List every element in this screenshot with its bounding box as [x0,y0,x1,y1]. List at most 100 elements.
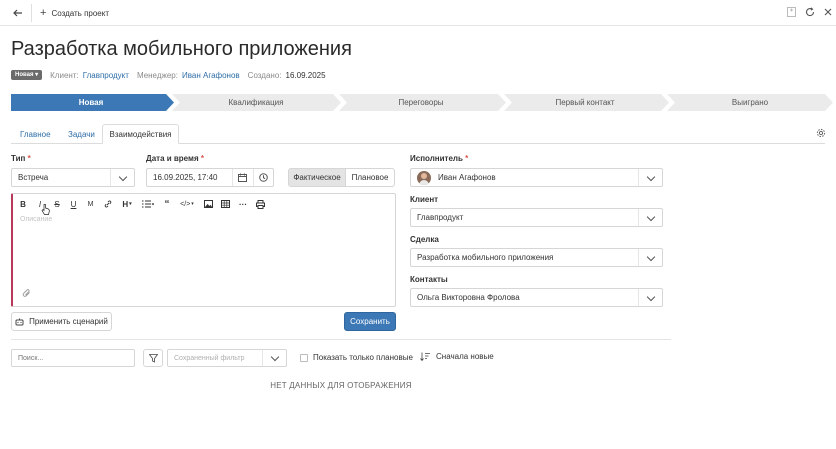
quote-icon[interactable]: “ [159,199,175,210]
contacts-select-value: Ольга Викторовна Фролова [417,293,520,302]
manager-label: Менеджер: [136,70,178,80]
section-divider [11,339,671,340]
status-badge-label: Новая [15,72,34,78]
required-mark: * [27,154,31,163]
client-select[interactable]: Главпродукт [410,208,663,227]
checkbox-box[interactable] [300,353,308,362]
type-label: Тип * [11,154,31,163]
create-project-label: Создать проект [51,8,109,18]
refresh-icon[interactable] [804,6,816,18]
back-arrow-icon[interactable] [11,6,25,20]
toggle-actual-label: Фактическое [293,173,341,182]
link-icon[interactable] [99,200,117,208]
deal-field-label: Сделка [410,235,439,244]
sort-label: Сначала новые [436,352,494,361]
search-input[interactable] [11,349,135,367]
underline-icon[interactable]: U [65,200,82,209]
heading-icon[interactable]: H ▾ [117,200,137,209]
gear-icon[interactable] [815,127,827,139]
mouse-cursor-icon [41,204,50,217]
chevron-down-icon [638,169,662,186]
print-icon[interactable] [252,199,269,209]
tab-interactions[interactable]: Взаимодействия [102,124,179,144]
toggle-actual[interactable]: Фактическое [288,168,346,187]
apply-scenario-label: Применить сценарий [29,317,108,326]
type-label-text: Тип [11,154,26,163]
datetime-value: 16.09.2025, 17:40 [153,173,218,182]
sort-button[interactable]: Сначала новые [420,352,494,361]
funnel-icon [148,353,158,363]
saved-filter-select[interactable]: Сохраненный фильтр [167,349,287,367]
executor-label-text: Исполнитель [410,154,463,163]
created-label: Создано: [247,70,282,80]
status-badge[interactable]: Новая ▾ [11,70,43,80]
manager-link[interactable]: Иван Агафонов [182,71,240,80]
required-mark: * [200,154,204,163]
tab-main[interactable]: Главное [20,130,51,139]
datetime-label: Дата и время * [146,154,204,163]
more-icon[interactable]: ··· [234,200,252,209]
created-value: 16.09.2025 [285,70,326,80]
save-button[interactable]: Сохранить [344,312,396,331]
plus-icon: + [40,7,47,19]
top-bar [0,0,836,26]
executor-select[interactable]: Иван Агафонов [410,168,663,187]
contacts-select[interactable]: Ольга Викторовна Фролова [410,288,663,307]
deal-select-value: Разработка мобильного приложения [417,253,554,262]
create-project-button[interactable]: + Создать проект [40,6,109,20]
image-icon[interactable] [199,200,217,208]
toggle-planned-label: Плановое [351,173,389,182]
tab-tasks[interactable]: Задачи [68,130,95,139]
type-select-value: Встреча [18,173,49,182]
close-icon[interactable] [822,6,834,18]
stage-5-label: Выиграно [731,98,769,107]
meta-row: Новая ▾ Клиент: Главпродукт Менеджер: Ив… [11,69,326,81]
deal-select[interactable]: Разработка мобильного приложения [410,248,663,267]
only-planned-label: Показать только плановые [313,353,413,362]
bookmark-icon[interactable] [785,6,797,18]
toggle-planned[interactable]: Плановое [345,168,395,187]
chevron-down-icon [638,249,662,266]
robot-icon [15,318,24,325]
list-icon[interactable] [137,200,159,208]
stage-1-label: Новая [78,98,104,107]
chevron-down-icon [638,289,662,306]
client-link[interactable]: Главпродукт [83,71,129,80]
chevron-down-icon [110,169,134,186]
type-select[interactable]: Встреча [11,168,135,187]
avatar [417,170,431,185]
empty-state: НЕТ ДАННЫХ ДЛЯ ОТОБРАЖЕНИЯ [270,381,412,390]
client-field-label: Клиент [410,195,439,204]
clock-icon[interactable] [253,169,273,186]
datetime-label-text: Дата и время [146,154,199,163]
save-button-label: Сохранить [350,317,390,326]
executor-value: Иван Агафонов [438,173,496,182]
strikethrough-icon[interactable]: S [49,200,65,209]
meta-created: Создано: 16.09.2025 [248,71,326,80]
client-select-value: Главпродукт [417,213,464,222]
stage-2-label: Квалификация [228,98,284,107]
bold-icon[interactable]: B [15,200,31,209]
client-label: Клиент: [50,70,79,80]
description-placeholder: Описание [20,216,53,223]
paperclip-icon[interactable] [22,289,31,300]
markdown-icon[interactable]: M [82,201,99,208]
calendar-icon[interactable] [232,169,252,186]
divider [31,4,32,22]
apply-scenario-button[interactable]: Применить сценарий [11,312,112,331]
only-planned-checkbox[interactable]: Показать только плановые [300,353,413,362]
stage-3-label: Переговоры [398,98,444,107]
contacts-field-label: Контакты [410,275,448,284]
chevron-down-icon [638,209,662,226]
filter-button[interactable] [143,349,163,367]
executor-label: Исполнитель * [410,154,468,163]
saved-filter-placeholder: Сохраненный фильтр [174,354,245,362]
code-icon[interactable]: </> ▾ [175,201,199,208]
meta-client: Клиент: Главпродукт [50,71,129,80]
chevron-down-icon [262,350,286,366]
meta-manager: Менеджер: Иван Агафонов [137,71,240,80]
sort-icon [420,352,430,361]
page-title: Разработка мобильного приложения [11,38,352,60]
table-icon[interactable] [217,200,234,208]
editor-toolbar: B I S U M H ▾ “ </> ▾ ··· [15,197,269,211]
